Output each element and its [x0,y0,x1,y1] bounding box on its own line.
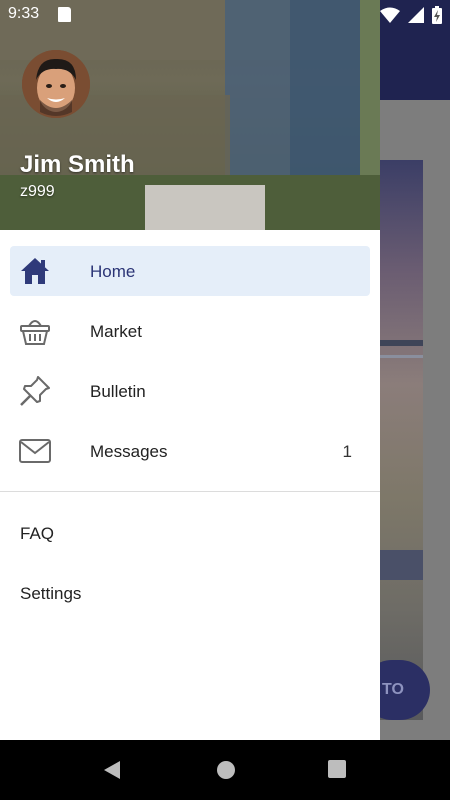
menu-label-home: Home [90,262,136,281]
sd-card-icon [58,7,71,22]
envelope-icon [19,439,51,463]
messages-count-badge: 1 [342,442,352,461]
status-time: 9:33 [8,5,40,22]
battery-icon [432,6,442,24]
navigation-drawer: Jim Smith z999 Home Market Bulletin Mess… [0,0,380,740]
user-avatar[interactable] [22,50,90,118]
user-id: z999 [20,183,55,200]
menu-item-home[interactable]: Home [10,246,370,296]
home-icon [21,258,49,284]
status-bar: 9:33 [0,0,450,30]
signal-icon [408,7,424,23]
menu-label-market: Market [90,322,142,341]
user-name: Jim Smith [20,151,135,178]
menu-item-settings[interactable]: Settings [20,584,81,604]
menu-label-messages: Messages [90,442,168,461]
menu-divider [0,491,380,492]
system-nav-bar [0,740,450,800]
basket-icon [20,320,50,345]
menu-item-bulletin[interactable]: Bulletin [10,366,370,416]
recents-icon[interactable] [328,760,346,778]
menu-item-messages[interactable]: Messages 1 [10,426,370,476]
pushpin-icon [20,376,50,406]
wifi-icon [380,7,400,23]
menu-item-market[interactable]: Market [10,306,370,356]
menu-label-bulletin: Bulletin [90,382,146,401]
menu-item-faq[interactable]: FAQ [20,524,54,544]
back-icon[interactable] [102,760,122,780]
background-image-card [380,160,423,720]
drawer-header: Jim Smith z999 [0,0,380,230]
home-circle-icon[interactable] [216,760,236,780]
